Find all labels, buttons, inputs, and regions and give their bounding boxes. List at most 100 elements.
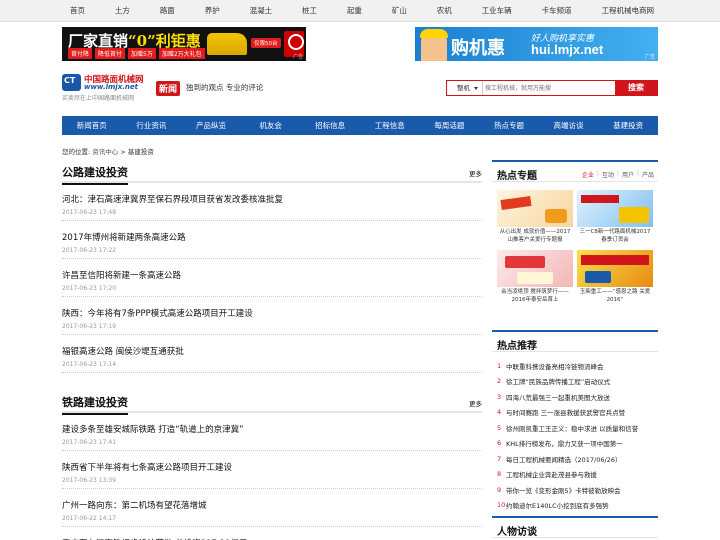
topic-card[interactable]: 从心出发 成就价值——2017山推客户关爱行专题报	[497, 190, 573, 246]
ad-domain: hui.lmjx.net	[531, 42, 604, 57]
tab-user[interactable]: 用户	[622, 170, 634, 179]
main-nav-item[interactable]: 热点专题	[479, 116, 539, 135]
top-nav-item[interactable]: 工程机械电商网	[593, 0, 662, 22]
article-title-link[interactable]: 许昌至信阳将新建一条高速公路	[62, 269, 181, 281]
breadcrumb-current: 基建投资	[127, 148, 154, 156]
search-button[interactable]: 搜索	[615, 81, 657, 95]
top-nav-item[interactable]: 首页	[62, 0, 93, 22]
interview-box: 人物访谈	[492, 516, 658, 540]
section-title: 公路建设投资	[62, 164, 128, 185]
topic-caption[interactable]: 会当凌绝顶 搅拌筑梦行——2016年泰安岳首上	[497, 288, 573, 306]
article-date: 2017-06-23 13:39	[62, 477, 117, 484]
article-date: 2017-06-23 17:14	[62, 361, 117, 368]
rank-item[interactable]: 5 徐州刚凯重工王正义：稳中求进 以质量和信誉	[497, 420, 653, 436]
article-date: 2017-06-23 17:41	[62, 439, 117, 446]
top-nav-item[interactable]: 农机	[429, 0, 460, 22]
topic-caption[interactable]: 玉柴重工——“感恩之路 关爱2016”	[577, 288, 653, 306]
rank-item[interactable]: 9 带你一览《变形金刚5》卡特彼勒放映会	[497, 482, 653, 498]
top-nav-item[interactable]: 桩工	[294, 0, 325, 22]
rank-title[interactable]: 带你一览《变形金刚5》卡特彼勒放映会	[506, 485, 621, 495]
rank-title[interactable]: 徐工牌“民族品牌传播工程”启动仪式	[506, 376, 610, 386]
article-title-link[interactable]: 河北：津石高速津冀界至保石界段项目获省发改委核准批复	[62, 193, 283, 205]
topic-card[interactable]: 玉柴重工——“感恩之路 关爱2016”	[577, 250, 653, 306]
topic-card[interactable]: 三一C8新一代路面机械2017春季订货会	[577, 190, 653, 246]
article-title-link[interactable]: 建设多条至雄安城际铁路 打造“轨道上的京津冀”	[62, 423, 244, 435]
rank-title[interactable]: 每日工程机械要闻精选（2017/06/26）	[506, 454, 621, 464]
main-nav-item[interactable]: 基建投资	[598, 116, 658, 135]
site-logo[interactable]: 中国路面机械网 www.lmjx.net 买卖尽在上中国路面机械网	[62, 72, 162, 102]
rank-title[interactable]: 徐州刚凯重工王正义：稳中求进 以质量和信誉	[506, 423, 638, 433]
topic-thumbnail[interactable]	[497, 250, 573, 287]
rank-title[interactable]: 与时间赛跑 三一涨县救援获武警官兵点赞	[506, 407, 625, 417]
ad-banner-right[interactable]: 购机惠 好人购机享实惠 hui.lmjx.net 广告	[415, 27, 658, 61]
rank-title[interactable]: 四海八荒最强三一起重机美图大放送	[506, 392, 610, 402]
rank-item[interactable]: 4 与时间赛跑 三一涨县救援获武警官兵点赞	[497, 405, 653, 421]
main-nav-item[interactable]: 机友会	[241, 116, 301, 135]
top-nav-item[interactable]: 工业车辆	[474, 0, 520, 22]
top-nav: 首页 土方 路面 养护 混凝土 桩工 起重 矿山 农机 工业车辆 卡车频道 工程机械电商网	[0, 0, 720, 22]
topic-thumbnail[interactable]	[577, 250, 653, 287]
tab-product[interactable]: 产品	[642, 170, 654, 179]
top-nav-item[interactable]: 养护	[197, 0, 228, 22]
search-input[interactable]	[485, 82, 615, 94]
topic-caption[interactable]: 三一C8新一代路面机械2017春季订货会	[577, 228, 653, 246]
article-item: 陕西省下半年将有七条高速公路项目开工建设 2017-06-23 13:39	[62, 451, 482, 489]
ad-banner-left[interactable]: 厂家直销“0”利钜惠 首付降 降低首付 加赠5万 加赠2万大礼包 仅限50台 广告	[62, 27, 306, 61]
main-nav-item[interactable]: 每周话题	[420, 116, 480, 135]
rank-item[interactable]: 1 中联重科携设备亮相冷链物流峰会	[497, 358, 653, 374]
article-title-link[interactable]: 广州一路向东：第二机场有望花落增城	[62, 499, 207, 511]
topic-card[interactable]: 会当凌绝顶 搅拌筑梦行——2016年泰安岳首上	[497, 250, 573, 306]
top-nav-item[interactable]: 混凝土	[242, 0, 281, 22]
article-title-link[interactable]: 福银高速公路 闽侯沙堤互通获批	[62, 345, 184, 357]
article-title-link[interactable]: 陕西：今年将有7条PPP模式高速公路项目开工建设	[62, 307, 253, 319]
topic-caption[interactable]: 从心出发 成就价值——2017山推客户关爱行专题报	[497, 228, 573, 246]
top-nav-item[interactable]: 卡车频道	[534, 0, 580, 22]
top-nav-item[interactable]: 土方	[107, 0, 138, 22]
rank-item[interactable]: 6 KHL排行榜发布，鼎力又获一项中国第一	[497, 436, 653, 452]
article-item: 陕西：今年将有7条PPP模式高速公路项目开工建设 2017-06-23 17:19	[62, 297, 482, 335]
tab-enterprise[interactable]: 企业	[582, 170, 594, 179]
rank-number: 9	[497, 485, 502, 494]
main-nav-item[interactable]: 新闻首页	[62, 116, 122, 135]
article-item: 河北：津石高速津冀界至保石界段项目获省发改委核准批复 2017-06-23 17:…	[62, 183, 482, 221]
top-nav-item[interactable]: 路面	[152, 0, 183, 22]
main-nav-item[interactable]: 工程信息	[360, 116, 420, 135]
article-date: 2017-06-23 17:20	[62, 285, 117, 292]
rank-title[interactable]: 约翰迪尔E140LC小挖到底有多强势	[506, 500, 609, 510]
tab-interaction[interactable]: 互动	[602, 170, 614, 179]
article-title-link[interactable]: 2017年博州将新建两条高速公路	[62, 231, 186, 243]
rank-item[interactable]: 2 徐工牌“民族品牌传播工程”启动仪式	[497, 374, 653, 390]
rank-title[interactable]: 工程机械企业奔赴茂县参与救援	[506, 469, 597, 479]
top-nav-item[interactable]: 起重	[339, 0, 370, 22]
top-nav-item[interactable]: 矿山	[384, 0, 415, 22]
rank-title[interactable]: 中联重科携设备亮相冷链物流峰会	[506, 361, 604, 371]
rank-title[interactable]: KHL排行榜发布，鼎力又获一项中国第一	[506, 438, 623, 448]
more-link[interactable]: 更多	[469, 398, 482, 408]
interview-title: 人物访谈	[497, 527, 537, 538]
main-nav-item[interactable]: 招标信息	[300, 116, 360, 135]
ad-label: 广告	[292, 54, 303, 60]
ad-slogan: 购机惠	[451, 38, 505, 59]
main-nav-item[interactable]: 行业资讯	[122, 116, 182, 135]
rank-number: 7	[497, 454, 502, 463]
breadcrumb-sep: >	[120, 148, 126, 156]
hot-topics-title: 热点专题	[497, 171, 537, 182]
section-railway: 铁路建设投资 更多 建设多条至雄安城际铁路 打造“轨道上的京津冀” 2017-06-2…	[62, 393, 482, 540]
search-category-select[interactable]: 整机	[447, 81, 483, 95]
channel-badge: 新闻	[156, 81, 181, 96]
topic-thumbnail[interactable]	[497, 190, 573, 227]
topic-thumbnail[interactable]	[577, 190, 653, 227]
main-nav-item[interactable]: 高端访谈	[539, 116, 599, 135]
more-link[interactable]: 更多	[469, 168, 482, 178]
breadcrumb-home[interactable]: 资讯中心	[92, 148, 118, 156]
rank-item[interactable]: 3 四海八荒最强三一起重机美图大放送	[497, 389, 653, 405]
channel-slogan: 独到的观点 专业的评论	[186, 83, 264, 92]
rank-item[interactable]: 10 约翰迪尔E140LC小挖到底有多强势	[497, 498, 653, 514]
article-title-link[interactable]: 陕西省下半年将有七条高速公路项目开工建设	[62, 461, 232, 473]
rank-item[interactable]: 7 每日工程机械要闻精选（2017/06/26）	[497, 451, 653, 467]
article-item: 福银高速公路 闽侯沙堤互通获批 2017-06-23 17:14	[62, 335, 482, 373]
main-nav-item[interactable]: 产品纵览	[181, 116, 241, 135]
rank-item[interactable]: 8 工程机械企业奔赴茂县参与救援	[497, 467, 653, 483]
rank-number: 4	[497, 408, 502, 417]
article-date: 2017-06-23 17:48	[62, 209, 117, 216]
